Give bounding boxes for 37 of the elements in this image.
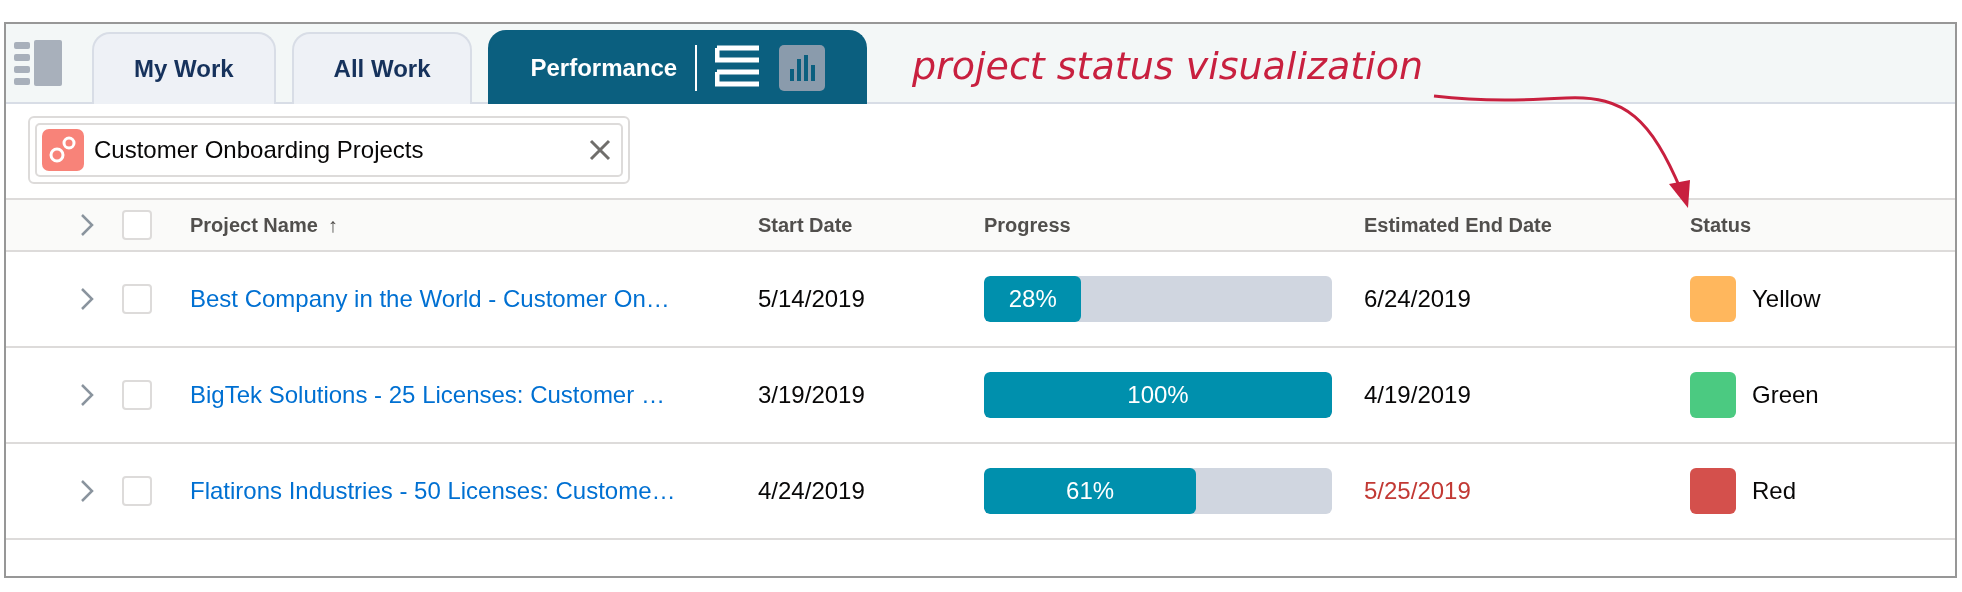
status-label: Yellow	[1752, 284, 1821, 314]
checkbox[interactable]	[122, 380, 152, 410]
bar-chart-icon[interactable]	[779, 45, 826, 91]
column-header[interactable]: Status	[1690, 214, 1752, 236]
expand-icon[interactable]	[80, 213, 94, 237]
end-date: 6/24/2019	[1364, 285, 1471, 312]
checkbox[interactable]	[122, 284, 152, 314]
column-header[interactable]: Progress	[984, 214, 1071, 236]
sidebar-icon[interactable]	[14, 40, 62, 86]
tab[interactable]: Performance	[488, 30, 868, 104]
expand-icon[interactable]	[80, 479, 94, 503]
close-icon[interactable]	[589, 139, 611, 161]
checkbox[interactable]	[122, 476, 152, 506]
filter-label: Customer Onboarding Projects	[94, 135, 425, 165]
start-date: 5/14/2019	[758, 285, 865, 312]
annotation-text: project status visualization	[912, 43, 1423, 90]
end-date: 4/19/2019	[1364, 381, 1471, 408]
start-date: 4/24/2019	[758, 477, 865, 504]
status-label: Green	[1752, 380, 1819, 410]
checkbox[interactable]	[122, 210, 152, 240]
expand-icon[interactable]	[80, 287, 94, 311]
column-header[interactable]: Project Name	[190, 214, 318, 236]
progress-fill: 61%	[984, 468, 1197, 514]
column-header[interactable]: Estimated End Date	[1364, 214, 1552, 236]
tab[interactable]: My Work	[92, 32, 276, 104]
progress-fill: 100%	[984, 372, 1332, 418]
progress-fill: 28%	[984, 276, 1082, 322]
project-link[interactable]: Flatirons Industries - 50 Licenses: Custome…	[190, 477, 676, 504]
tab[interactable]: All Work	[291, 32, 473, 104]
end-date: 5/25/2019	[1364, 477, 1471, 504]
sort-arrow[interactable]: ↑	[327, 214, 338, 236]
status-label: Red	[1752, 476, 1797, 506]
start-date: 3/19/2019	[758, 381, 865, 408]
project-link[interactable]: Best Company in the World - Customer On…	[190, 285, 670, 312]
expand-icon[interactable]	[80, 383, 94, 407]
project-link[interactable]: BigTek Solutions - 25 Licenses: Customer …	[190, 381, 665, 408]
column-header[interactable]: Start Date	[758, 214, 853, 236]
